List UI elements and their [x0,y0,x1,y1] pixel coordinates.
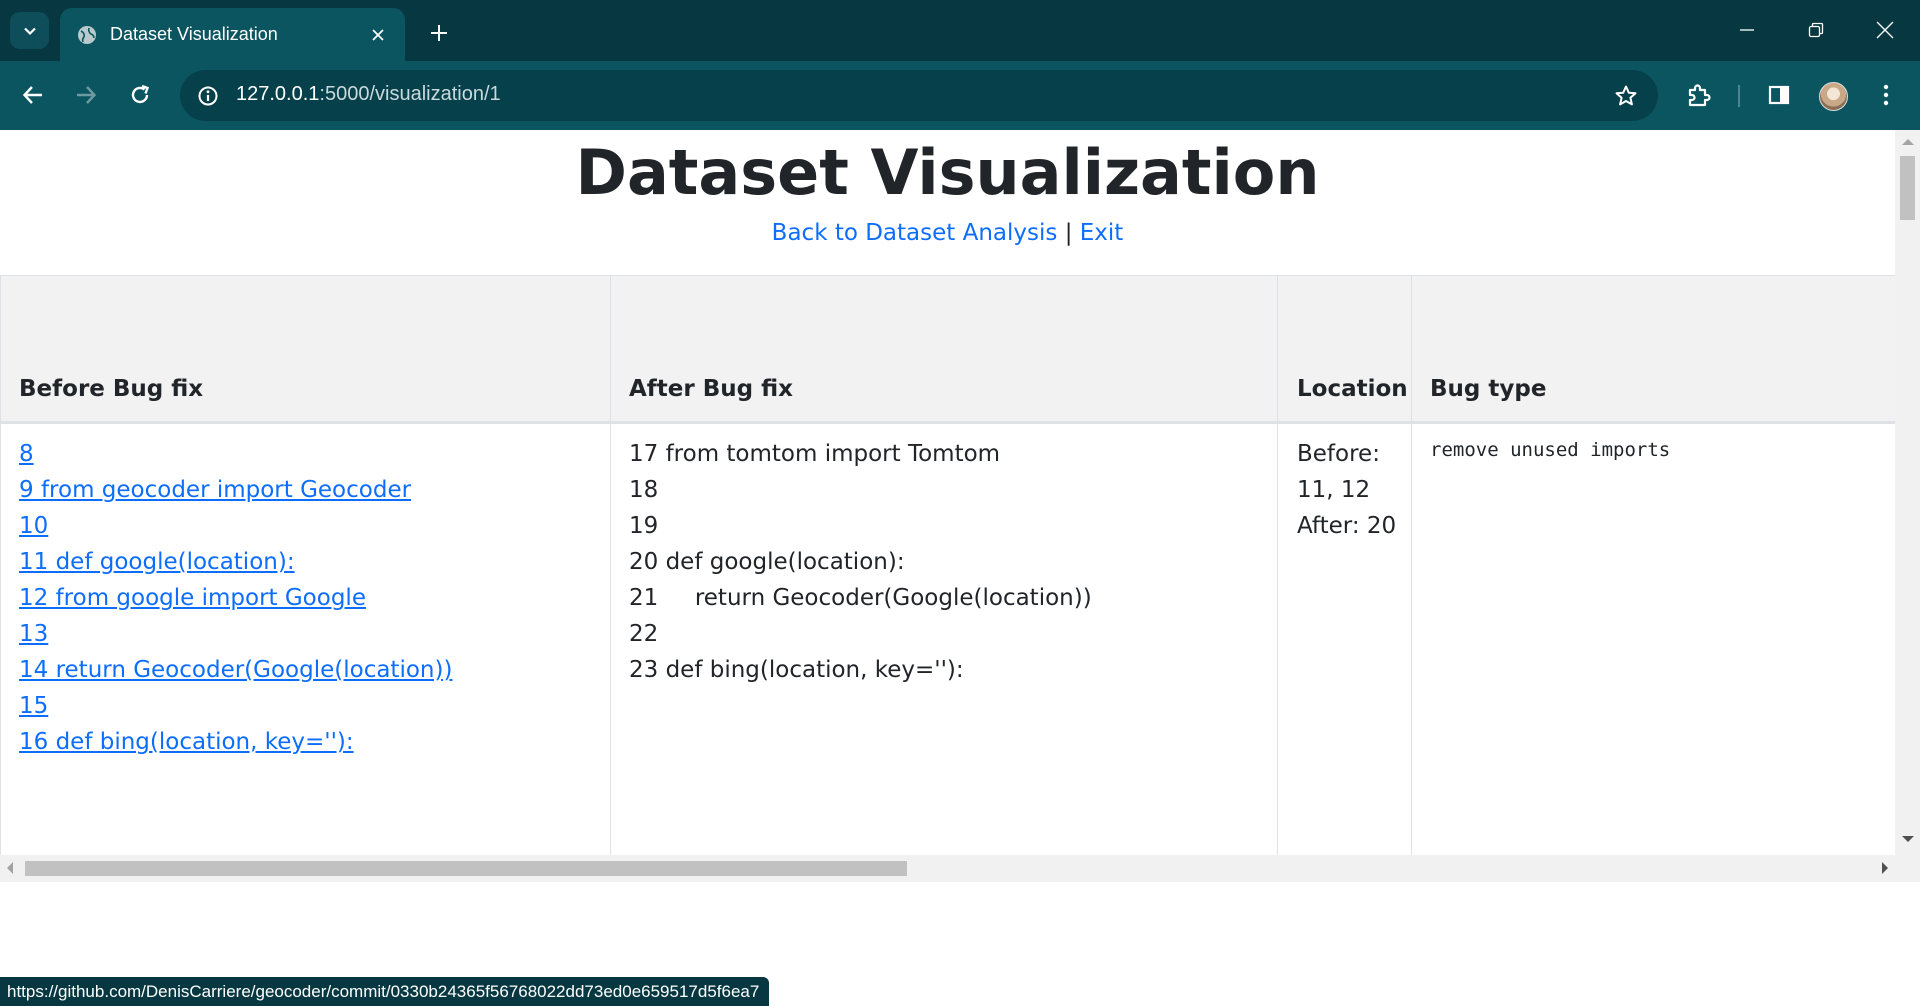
before-code-line[interactable]: 9 from geocoder import Geocoder [19,472,452,508]
bug-type-cell: remove unused imports [1430,439,1671,461]
after-code-line: 22 [629,621,659,647]
plus-icon [431,25,447,41]
page-nav: Back to Dataset Analysis | Exit [0,220,1895,246]
before-code-cell: 8 9 from geocoder import Geocoder 10 11 … [19,436,452,760]
nav-separator: | [1064,220,1073,246]
tab-search-button[interactable] [10,12,49,49]
side-panel-button[interactable] [1759,75,1799,115]
table-header-row: Before Bug fix After Bug fix Location Bu… [0,276,1895,424]
forward-button[interactable] [66,75,106,115]
after-code-line: 20 def google(location): [629,549,905,575]
scroll-left-icon[interactable] [7,862,13,874]
location-cell: Before: 11, 12 After: 20 [1297,436,1396,544]
header-location: Location [1297,376,1408,402]
column-divider [0,276,1,856]
after-code-line: 19 [629,513,659,539]
back-button[interactable] [13,75,53,115]
bug-fix-table: Before Bug fix After Bug fix Location Bu… [0,275,1895,856]
back-to-analysis-link[interactable]: Back to Dataset Analysis [772,220,1058,246]
scroll-down-icon[interactable] [1902,836,1914,842]
globe-icon [76,24,98,46]
url-text[interactable]: 127.0.0.1:5000/visualization/1 [236,83,501,106]
restore-button[interactable] [1796,10,1836,50]
site-info-icon[interactable] [194,82,222,110]
reload-icon [131,84,150,104]
extensions-button[interactable] [1679,75,1719,115]
minimize-icon [1740,29,1754,31]
close-icon [1876,21,1894,39]
header-bug-type: Bug type [1430,376,1547,402]
restore-icon [1808,22,1824,38]
url-host: 127.0.0.1 [236,83,320,105]
column-divider [1411,276,1412,856]
header-after-bug-fix: After Bug fix [629,376,794,402]
menu-button[interactable] [1866,75,1906,115]
minimize-button[interactable] [1727,10,1767,50]
scroll-up-icon[interactable] [1902,139,1914,145]
after-code-cell: 17 from tomtom import Tomtom 18 19 20 de… [629,436,1092,688]
after-code-line: 18 [629,477,659,503]
new-tab-button[interactable] [422,16,456,50]
after-code-line: 23 def bing(location, key=''): [629,657,964,683]
before-code-line[interactable]: 16 def bing(location, key=''): [19,724,452,760]
toolbar-divider [1738,85,1740,107]
before-code-line[interactable]: 13 [19,616,452,652]
close-window-button[interactable] [1865,10,1905,50]
after-code-line: 21 return Geocoder(Google(location)) [629,585,1092,611]
before-code-line[interactable]: 12 from google import Google [19,580,452,616]
address-bar[interactable]: 127.0.0.1:5000/visualization/1 [180,70,1658,121]
url-path: :5000/visualization/1 [319,83,501,105]
column-divider [610,276,611,856]
location-line: Before: [1297,441,1380,467]
location-line: After: 20 [1297,513,1397,539]
after-code-line: 17 from tomtom import Tomtom [629,441,1001,467]
puzzle-icon [1688,84,1711,107]
column-divider [1277,276,1278,856]
close-icon [372,28,384,41]
before-code-line[interactable]: 14 return Geocoder(Google(location)) [19,652,452,688]
tab-title: Dataset Visualization [110,24,278,44]
arrow-right-icon [77,86,97,104]
browser-toolbar: 127.0.0.1:5000/visualization/1 [0,61,1920,130]
more-vertical-icon [1883,84,1889,106]
vertical-scroll-thumb[interactable] [1900,156,1915,220]
vertical-scrollbar[interactable] [1895,130,1920,882]
exit-link[interactable]: Exit [1080,220,1124,246]
side-panel-icon [1768,85,1790,105]
before-code-line[interactable]: 10 [19,508,452,544]
header-before-bug-fix: Before Bug fix [19,376,204,402]
horizontal-scrollbar[interactable] [0,855,1895,882]
scroll-right-icon[interactable] [1882,862,1888,874]
before-code-line[interactable]: 11 def google(location): [19,544,452,580]
reload-button[interactable] [120,75,160,115]
tab-close-button[interactable] [363,20,393,50]
arrow-left-icon [22,86,42,104]
before-code-line[interactable]: 8 [19,436,452,472]
bookmark-star-icon[interactable] [1612,82,1640,110]
link-status-bubble: https://github.com/DenisCarriere/geocode… [0,977,770,1006]
page-content: Dataset Visualization Back to Dataset An… [0,130,1895,882]
location-line: 11, 12 [1297,477,1371,503]
page-title: Dataset Visualization [575,136,1320,209]
profile-avatar[interactable] [1819,82,1848,111]
browser-titlebar: Dataset Visualization [0,0,1920,61]
before-code-line[interactable]: 15 [19,688,452,724]
chevron-down-icon [23,27,36,35]
horizontal-scroll-thumb[interactable] [25,861,907,876]
browser-tab[interactable]: Dataset Visualization [60,8,405,61]
